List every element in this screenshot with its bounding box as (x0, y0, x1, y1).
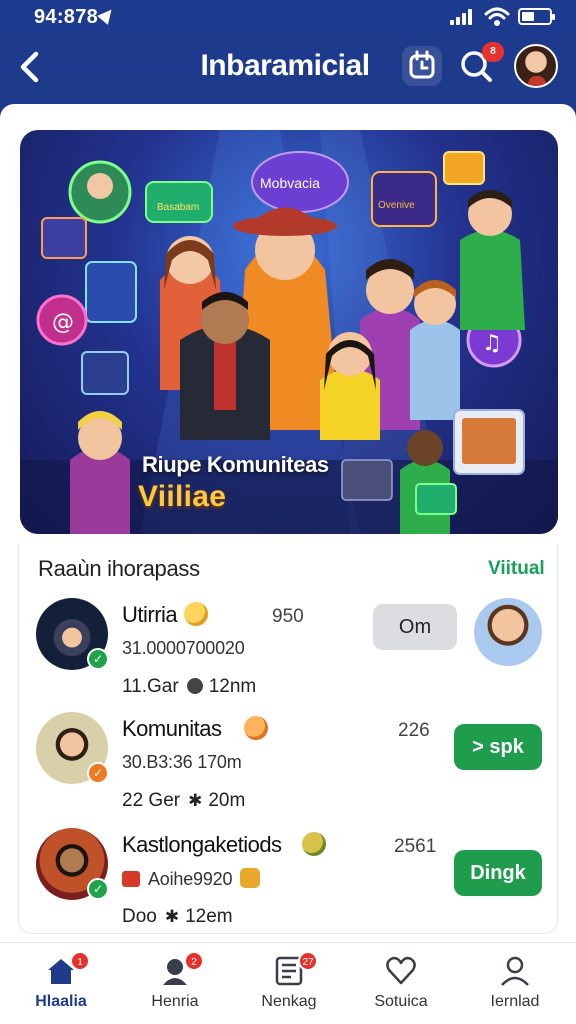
tag-icon (122, 871, 140, 887)
item-count: 2561 (394, 836, 437, 857)
nav-item-community[interactable]: 2 Henria (120, 943, 230, 1024)
item-name: Kastlongaketiods (122, 832, 282, 857)
hero-title: Riupe Komuniteas (142, 452, 329, 477)
nav-label: Sotuica (374, 993, 428, 1010)
bottom-navigation: 1 Hlaalia 2 Henria 27 Nenkag Sotuica Ier… (0, 942, 576, 1024)
nav-label: Hlaalia (35, 993, 87, 1010)
item-meta: 22 Ger ✱ 20m (122, 790, 245, 812)
nav-label: Nenkag (261, 993, 317, 1010)
item-subtitle: Aoihe9920 (122, 868, 261, 890)
main-content: Basabam Mobvacia Ovenive @ ♫ Riupe Komun… (0, 104, 576, 1024)
item-count: 226 (398, 720, 430, 741)
item-count: 950 (272, 606, 304, 627)
list-item[interactable]: ✓ Kastlongaketiods 2561 Aoihe9920 Doo ✱ 12… (36, 828, 546, 938)
item-meta: Doo ✱ 12em (122, 906, 233, 928)
section-title: Raaùn ihorapass (38, 556, 200, 581)
nav-item-home[interactable]: 1 Hlaalia (6, 943, 116, 1024)
nav-item-social[interactable]: Sotuica (346, 943, 456, 1024)
svg-text:♫: ♫ (482, 331, 502, 356)
hero-subtitle: Viiliae (138, 480, 227, 513)
list-item[interactable]: ✓ Komunitas 226 30.B3:36 170m 22 Ger ✱ 20m… (36, 712, 546, 822)
back-button[interactable] (14, 46, 48, 88)
action-button[interactable]: > spk (454, 724, 542, 770)
item-subtitle: 30.B3:36 170m (122, 752, 242, 772)
status-bar: 94:878 (0, 0, 576, 34)
meta-left: 22 Ger (122, 790, 181, 811)
emoji-icon (184, 602, 208, 626)
status-time: 94:878 (34, 6, 99, 28)
chevron-left-icon (20, 51, 39, 83)
nav-label: Iernlad (490, 993, 540, 1010)
item-name: Utirria (122, 602, 178, 627)
emoji-icon (302, 832, 326, 856)
signal-icon (450, 9, 476, 25)
hero-sign-left: Basabam (157, 202, 199, 213)
meta-left: 11.Gar (122, 676, 179, 697)
emoji-icon (240, 868, 261, 888)
location-icon (97, 5, 117, 25)
page-title: Inbaramicial (200, 49, 370, 82)
action-button[interactable]: Dingk (454, 850, 542, 896)
meta-right: 20m (208, 790, 246, 811)
profile-avatar[interactable] (514, 44, 558, 88)
nav-item-profile[interactable]: Iernlad (460, 943, 570, 1024)
nav-badge: 27 (298, 951, 318, 971)
location-pin-icon (186, 678, 203, 694)
svg-text:@: @ (52, 310, 74, 335)
battery-icon (518, 8, 555, 25)
meta-right: 12nm (208, 676, 257, 697)
nav-label: Henria (151, 993, 199, 1010)
meta-right: 12em (185, 906, 233, 927)
hero-banner[interactable]: Basabam Mobvacia Ovenive @ ♫ Riupe Komun… (20, 130, 558, 534)
emoji-icon (244, 716, 268, 740)
member-avatar[interactable] (474, 598, 542, 666)
calendar-button[interactable] (402, 46, 442, 86)
star-icon: ✱ (188, 791, 203, 810)
status-icon: ✓ (87, 762, 109, 784)
app-header: 94:878 Inbaramicial 8 (0, 0, 576, 104)
profile-icon (501, 956, 529, 986)
star-icon: ✱ (164, 907, 180, 926)
nav-badge: 2 (184, 951, 204, 971)
wifi-icon (484, 7, 510, 26)
notification-badge: 8 (482, 42, 504, 62)
heart-icon (386, 956, 416, 985)
verified-icon: ✓ (87, 648, 109, 670)
nav-item-news[interactable]: 27 Nenkag (234, 943, 344, 1024)
meta-left: Doo (122, 906, 157, 927)
item-meta: 11.Gar 12nm (122, 676, 256, 698)
item-subtitle: 31.0000700020 (122, 638, 245, 658)
hero-sign-right: Ovenive (378, 200, 415, 211)
nav-badge: 1 (70, 951, 90, 971)
verified-icon: ✓ (87, 878, 109, 900)
join-button[interactable]: Om (373, 604, 457, 650)
list-item[interactable]: ✓ Utirria 950 31.0000700020 11.Gar 12nm O… (36, 598, 546, 708)
calendar-icon (409, 50, 435, 79)
item-subtitle-text: Aoihe9920 (148, 869, 233, 889)
section-link[interactable]: Viitual (488, 558, 545, 580)
hero-bubble-text: Mobvacia (260, 175, 320, 191)
item-name: Komunitas (122, 716, 222, 741)
